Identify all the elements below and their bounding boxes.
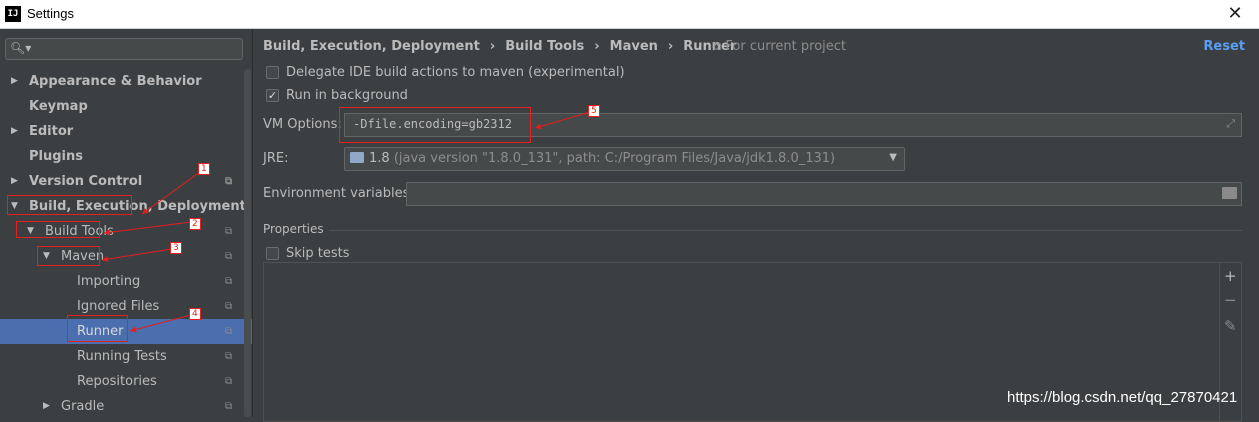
- folder-icon: [350, 152, 364, 163]
- properties-header: Properties: [263, 222, 324, 236]
- settings-sidebar: 🔍︎▾ ▶ Appearance & Behavior Keymap ▶ Edi…: [0, 29, 252, 417]
- sidebar-item-version-control[interactable]: ▶ Version Control ⧉: [0, 169, 252, 194]
- delegate-build-checkbox[interactable]: [266, 66, 279, 79]
- breadcrumb-separator-icon: ›: [594, 39, 600, 54]
- sidebar-item-importing[interactable]: Importing ⧉: [0, 269, 252, 294]
- delegate-build-label: Delegate IDE build actions to maven (exp…: [286, 65, 625, 80]
- sidebar-item-build-execution-deployment[interactable]: ▼ Build, Execution, Deployment: [0, 194, 252, 219]
- environment-variables-label: Environment variables:: [263, 186, 414, 201]
- window-title: Settings: [27, 6, 74, 21]
- annotation-label-5: 5: [588, 105, 600, 117]
- vm-options-input[interactable]: -Dfile.encoding=gb2312 ⤢: [344, 113, 1242, 137]
- expand-field-icon[interactable]: ⤢: [1226, 117, 1235, 131]
- project-settings-icon: ⧉: [225, 176, 233, 187]
- expand-arrow-icon[interactable]: ▶: [43, 394, 50, 419]
- sidebar-item-ignored-files[interactable]: Ignored Files ⧉: [0, 294, 252, 319]
- sidebar-item-build-tools[interactable]: ▼ Build Tools ⧉: [0, 219, 252, 244]
- environment-variables-input[interactable]: [406, 182, 1242, 206]
- sidebar-item-appearance-behavior[interactable]: ▶ Appearance & Behavior: [0, 69, 252, 94]
- sidebar-item-repositories[interactable]: Repositories ⧉: [0, 369, 252, 394]
- watermark: https://blog.csdn.net/qq_27870421: [1007, 389, 1238, 406]
- annotation-label-3: 3: [170, 242, 182, 254]
- sidebar-item-editor[interactable]: ▶ Editor: [0, 119, 252, 144]
- jre-dropdown[interactable]: 1.8 (java version "1.8.0_131", path: C:/…: [344, 147, 905, 171]
- reset-link[interactable]: Reset: [1203, 39, 1245, 54]
- sidebar-item-maven[interactable]: ▼ Maven ⧉: [0, 244, 252, 269]
- collapse-arrow-icon[interactable]: ▼: [27, 219, 34, 244]
- project-scope-label: ⧉ For current project: [712, 39, 847, 54]
- search-icon: 🔍︎▾: [10, 41, 32, 55]
- project-settings-icon: ⧉: [225, 401, 233, 412]
- vm-options-value: -Dfile.encoding=gb2312: [353, 117, 512, 131]
- settings-search-input[interactable]: 🔍︎▾: [5, 38, 243, 60]
- project-settings-icon: ⧉: [225, 326, 233, 337]
- sidebar-item-runner[interactable]: Runner ⧉: [0, 319, 252, 344]
- sidebar-item-plugins[interactable]: Plugins: [0, 144, 252, 169]
- add-icon[interactable]: +: [1224, 267, 1237, 285]
- chevron-down-icon[interactable]: ▼: [889, 152, 897, 163]
- breadcrumb-separator-icon: ›: [667, 39, 674, 54]
- close-icon[interactable]: ✕: [1225, 3, 1245, 25]
- sidebar-item-keymap[interactable]: Keymap: [0, 94, 252, 119]
- expand-arrow-icon[interactable]: ▶: [11, 119, 18, 144]
- jre-label: JRE:: [263, 151, 289, 166]
- breadcrumb-separator-icon: ›: [489, 39, 496, 54]
- project-settings-icon: ⧉: [225, 351, 233, 362]
- sidebar-item-gradle[interactable]: ▶ Gradle ⧉: [0, 394, 252, 419]
- project-settings-icon: ⧉: [712, 39, 726, 54]
- run-in-background-label: Run in background: [286, 88, 408, 103]
- run-in-background-checkbox[interactable]: ✓: [266, 89, 279, 102]
- folder-browse-icon[interactable]: [1222, 187, 1237, 199]
- title-bar: IJ Settings ✕: [0, 0, 1259, 29]
- vm-options-label: VM Options:: [263, 117, 342, 132]
- annotation-label-4: 4: [189, 308, 201, 320]
- project-settings-icon: ⧉: [225, 276, 233, 287]
- remove-icon[interactable]: −: [1224, 291, 1237, 309]
- skip-tests-checkbox[interactable]: [266, 247, 279, 260]
- skip-tests-label: Skip tests: [286, 246, 350, 261]
- project-settings-icon: ⧉: [225, 226, 233, 237]
- breadcrumb: Build, Execution, Deployment › Build Tools…: [263, 39, 737, 54]
- collapse-arrow-icon[interactable]: ▼: [43, 244, 50, 269]
- intellij-app-icon: IJ: [5, 6, 21, 22]
- collapse-arrow-icon[interactable]: ▼: [11, 194, 18, 219]
- project-settings-icon: ⧉: [225, 301, 233, 312]
- annotation-label-2: 2: [189, 218, 201, 230]
- project-settings-icon: ⧉: [225, 251, 233, 262]
- sidebar-scrollbar[interactable]: [244, 69, 251, 417]
- annotation-label-1: 1: [198, 163, 210, 175]
- settings-main-panel: Build, Execution, Deployment › Build Tools…: [253, 29, 1259, 422]
- expand-arrow-icon[interactable]: ▶: [11, 169, 18, 194]
- edit-pencil-icon[interactable]: ✎: [1224, 317, 1237, 335]
- sidebar-item-running-tests[interactable]: Running Tests ⧉: [0, 344, 252, 369]
- expand-arrow-icon[interactable]: ▶: [11, 69, 18, 94]
- project-settings-icon: ⧉: [225, 376, 233, 387]
- properties-separator: [329, 230, 1242, 231]
